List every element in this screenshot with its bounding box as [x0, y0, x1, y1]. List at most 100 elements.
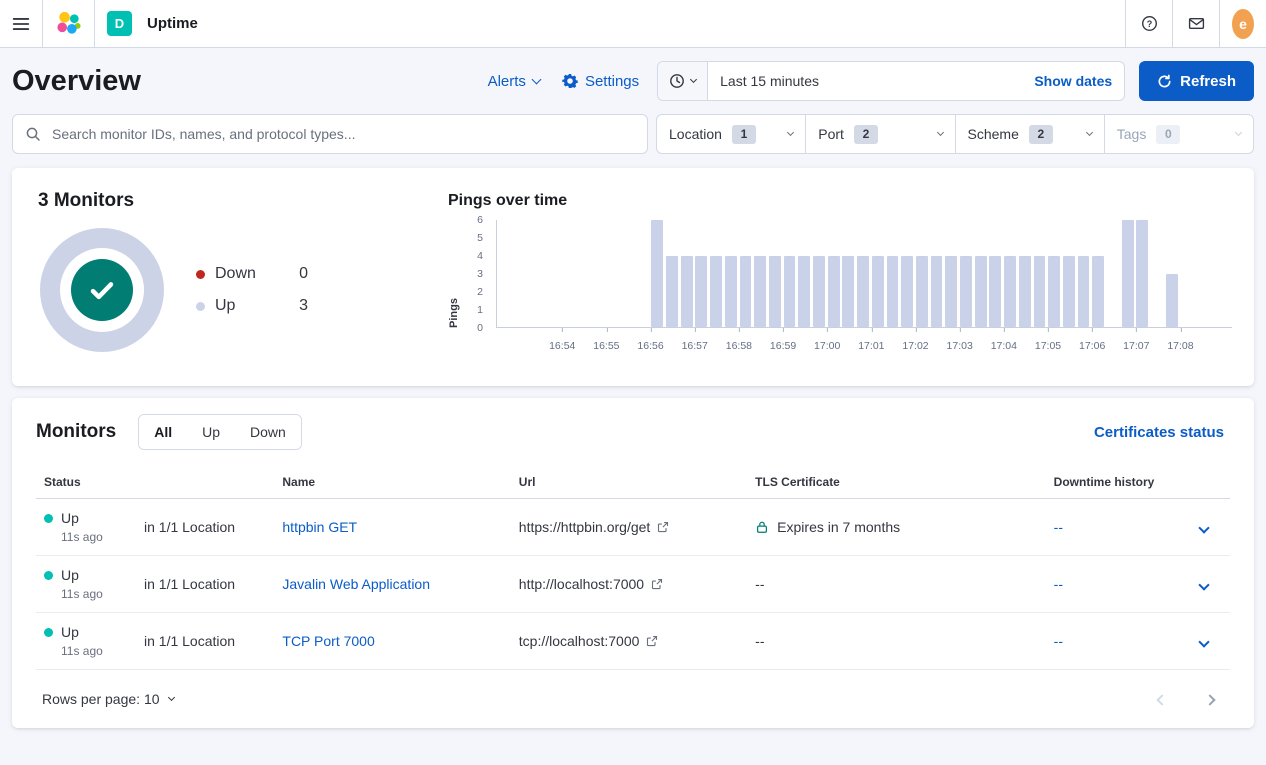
show-dates-button[interactable]: Show dates	[1022, 73, 1124, 89]
external-link-icon[interactable]	[646, 635, 658, 647]
search-bar	[12, 114, 648, 154]
refresh-label: Refresh	[1180, 73, 1236, 90]
monitor-name-link[interactable]: Javalin Web Application	[282, 576, 430, 592]
x-tick-label: 17:07	[1123, 340, 1149, 352]
x-tick-label: 17:04	[991, 340, 1017, 352]
location-summary: in 1/1 Location	[144, 519, 235, 535]
ping-bar	[681, 256, 693, 327]
ping-bar	[828, 256, 840, 327]
x-tick-label: 16:55	[593, 340, 619, 352]
filter-port[interactable]: Port 2	[805, 115, 954, 153]
svg-text:?: ?	[1146, 19, 1152, 29]
y-tick-label: 0	[477, 322, 483, 334]
rows-per-page-button[interactable]: Rows per page: 10	[36, 690, 180, 708]
expand-row-button[interactable]	[1194, 571, 1214, 598]
main-content: Overview Alerts Settings Last 15 m	[0, 48, 1266, 728]
pings-plot	[496, 220, 1232, 328]
legend-label: Up	[215, 297, 235, 315]
ping-bar	[901, 256, 913, 327]
deployment-badge[interactable]: D	[107, 11, 132, 36]
menu-button[interactable]	[0, 0, 42, 47]
pings-chart: Pings 0123456 16:5416:5516:5616:5716:581…	[448, 214, 1240, 364]
table-row: Up 11s ago in 1/1 Location httpbin GET h…	[36, 499, 1230, 556]
monitor-url: http://localhost:7000	[519, 576, 644, 592]
ping-bar	[989, 256, 1001, 327]
up-status-dot	[44, 628, 53, 637]
search-input[interactable]	[50, 125, 635, 143]
previous-page-button	[1152, 686, 1172, 713]
downtime-value: --	[1054, 519, 1063, 535]
elastic-home-button[interactable]	[43, 0, 94, 47]
x-tick-label: 16:59	[770, 340, 796, 352]
ping-bar	[975, 256, 987, 327]
chevron-down-icon	[787, 129, 794, 136]
user-menu-button[interactable]: e	[1219, 0, 1266, 47]
column-downtime: Downtime history	[1046, 466, 1186, 499]
filter-label: Tags	[1117, 126, 1147, 142]
filter-location[interactable]: Location 1	[657, 115, 805, 153]
column-expand	[1186, 466, 1230, 499]
filter-all-button[interactable]: All	[139, 415, 187, 449]
check-icon	[87, 275, 117, 305]
x-tick-label: 17:08	[1167, 340, 1193, 352]
refresh-button[interactable]: Refresh	[1139, 61, 1254, 101]
filter-group: Location 1 Port 2 Scheme 2 Tags 0	[656, 114, 1254, 154]
ping-bar	[695, 256, 707, 327]
settings-button[interactable]: Settings	[558, 69, 643, 94]
ping-bar	[1019, 256, 1031, 327]
chevron-down-icon	[1235, 129, 1242, 136]
ping-bar	[960, 256, 972, 327]
ping-bar	[710, 256, 722, 327]
x-tick-label: 16:54	[549, 340, 575, 352]
external-link-icon[interactable]	[657, 521, 669, 533]
chevron-right-icon	[1204, 694, 1215, 705]
last-check-time: 11s ago	[61, 644, 144, 658]
next-page-button[interactable]	[1200, 686, 1220, 713]
alerts-label: Alerts	[488, 73, 526, 90]
up-dot-icon	[196, 302, 205, 311]
chevron-down-icon	[1198, 579, 1209, 590]
ping-bar	[769, 256, 781, 327]
external-link-icon[interactable]	[651, 578, 663, 590]
help-button[interactable]: ?	[1125, 0, 1172, 47]
filter-label: Location	[669, 126, 722, 142]
x-tick-label: 17:01	[858, 340, 884, 352]
refresh-icon	[1157, 74, 1172, 89]
tls-expiry-text: Expires in 7 months	[777, 519, 900, 535]
table-header-row: Status Name Url TLS Certificate Downtime…	[36, 466, 1230, 499]
user-avatar: e	[1232, 9, 1254, 39]
pings-yaxis: 0123456	[448, 220, 492, 328]
status-donut	[40, 228, 164, 352]
y-tick-label: 6	[477, 214, 483, 226]
y-tick-label: 1	[477, 304, 483, 316]
legend-value: 3	[299, 297, 308, 315]
certificates-status-link[interactable]: Certificates status	[1088, 423, 1230, 442]
rows-per-page-label: Rows per page: 10	[42, 691, 160, 707]
ping-bar	[813, 256, 825, 327]
newsfeed-button[interactable]	[1172, 0, 1219, 47]
filter-scheme[interactable]: Scheme 2	[955, 115, 1104, 153]
ping-bar	[1122, 220, 1134, 327]
ping-bar	[784, 256, 796, 327]
x-tick-label: 17:03	[947, 340, 973, 352]
status-ok-circle	[71, 259, 133, 321]
date-range-value[interactable]: Last 15 minutes	[708, 73, 1022, 89]
status-text: Up	[61, 510, 79, 526]
expand-row-button[interactable]	[1194, 628, 1214, 655]
expand-row-button[interactable]	[1194, 514, 1214, 541]
filter-count-badge: 0	[1156, 125, 1180, 144]
monitor-name-link[interactable]: TCP Port 7000	[282, 633, 374, 649]
ping-bar	[651, 220, 663, 327]
page-header: Overview Alerts Settings Last 15 m	[12, 48, 1254, 114]
monitor-name-link[interactable]: httpbin GET	[282, 519, 357, 535]
elastic-logo-icon	[55, 10, 82, 37]
global-header: D Uptime ? e	[0, 0, 1266, 48]
filter-down-button[interactable]: Down	[235, 415, 301, 449]
chevron-down-icon	[936, 129, 943, 136]
y-tick-label: 3	[477, 268, 483, 280]
filter-up-button[interactable]: Up	[187, 415, 235, 449]
x-tick-label: 16:56	[637, 340, 663, 352]
chevron-down-icon	[1086, 129, 1093, 136]
date-quick-select-button[interactable]	[658, 62, 708, 100]
alerts-menu-button[interactable]: Alerts	[484, 69, 544, 94]
